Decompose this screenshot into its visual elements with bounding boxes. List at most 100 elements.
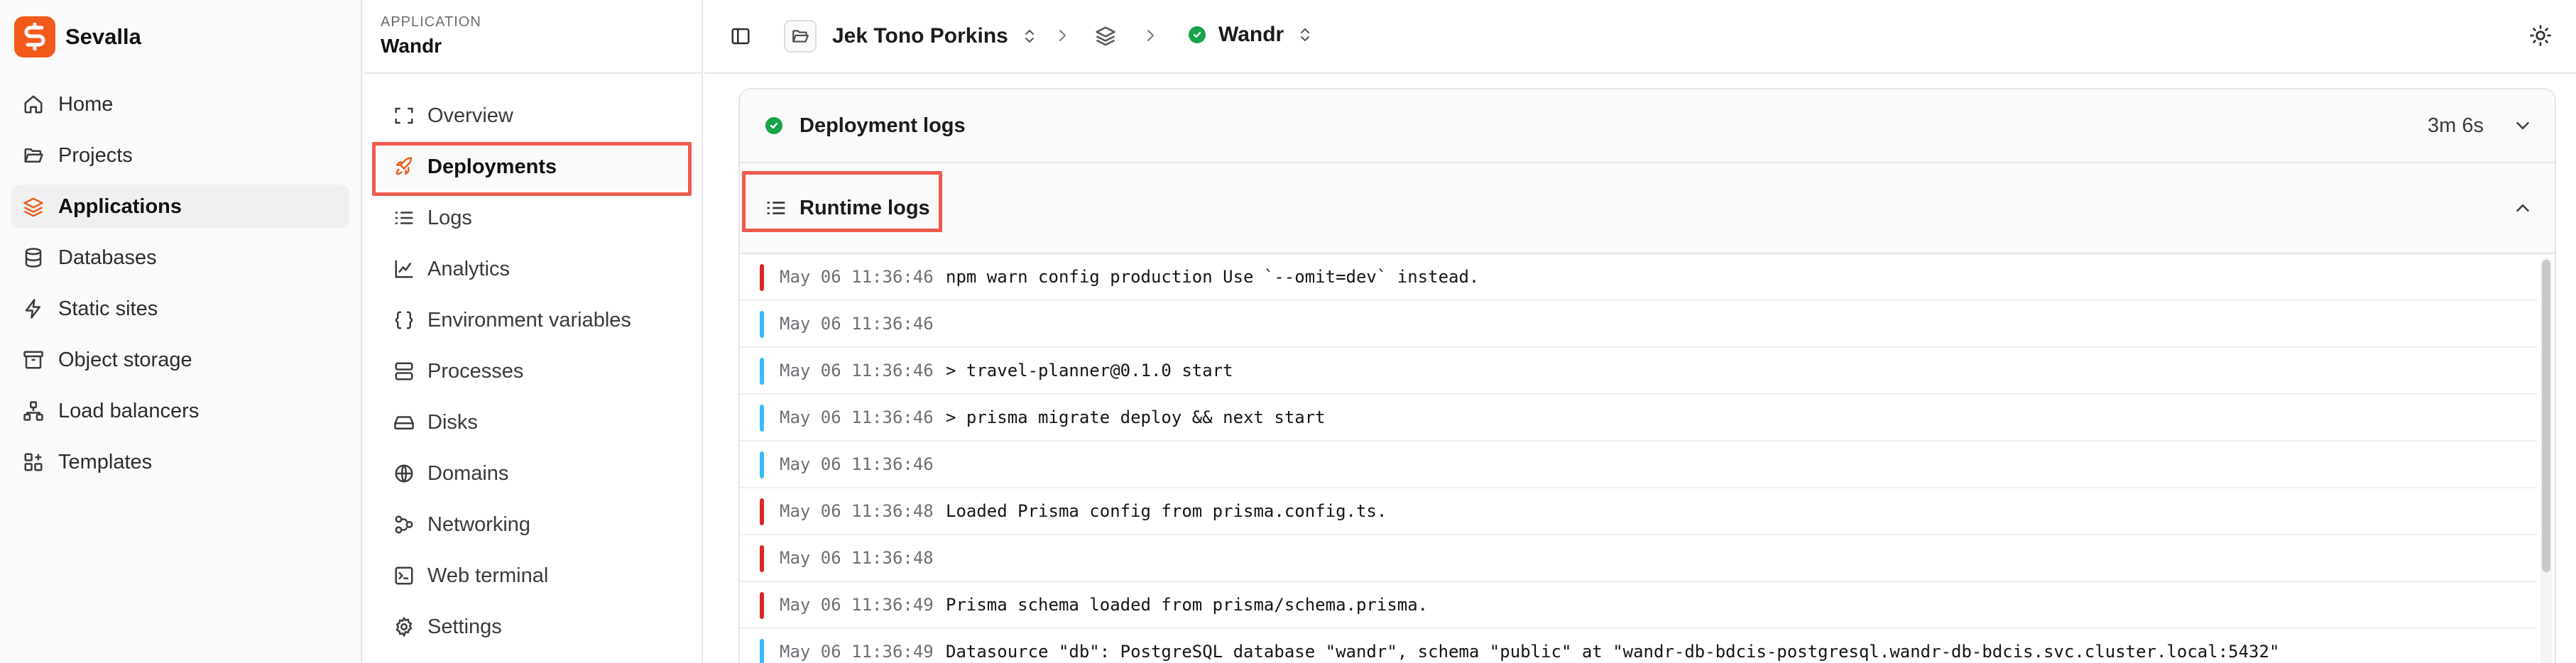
log-level-bar [760, 498, 764, 525]
chevron-up-down-icon [1301, 28, 1310, 42]
runtime-logs-title: Runtime logs [799, 196, 930, 219]
sidebar-item-label: Applications [58, 194, 182, 218]
applications-breadcrumb[interactable] [1095, 25, 1116, 46]
log-level-bar [760, 451, 764, 478]
main-nav: Home Projects Applications Databases Sta… [11, 82, 349, 491]
subnav-item-disks[interactable]: Disks [372, 400, 694, 444]
subnav-item-label: Settings [427, 615, 502, 638]
theme-toggle-button[interactable] [2529, 24, 2552, 47]
deployment-logs-title: Deployment logs [799, 114, 966, 137]
sidebar-item-templates[interactable]: Templates [11, 440, 349, 484]
logs-panel: Deployment logs 3m 6s Runtime logs May 0… [738, 88, 2556, 663]
log-message: Prisma schema loaded from prisma/schema.… [946, 595, 1429, 615]
toggle-sidebar-button[interactable] [730, 26, 751, 47]
subnav-item-label: Overview [427, 104, 513, 127]
deployment-logs-header[interactable]: Deployment logs 3m 6s [740, 89, 2555, 163]
status-check-icon [765, 117, 782, 134]
subnav-item-label: Deployments [427, 155, 557, 178]
application-header: APPLICATION Wandr [364, 0, 702, 74]
log-message: Datasource "db": PostgreSQL database "wa… [946, 642, 2280, 662]
sidebar-item-static-sites[interactable]: Static sites [11, 287, 349, 331]
chevron-up-down-icon [1025, 29, 1034, 43]
sun-icon [2530, 25, 2551, 46]
sevalla-logo-icon [14, 16, 55, 57]
application-subnav: APPLICATION Wandr Overview Deployments L… [364, 0, 703, 663]
sidebar-item-databases[interactable]: Databases [11, 236, 349, 280]
log-timestamp: May 06 11:36:49 [780, 642, 934, 662]
log-row: May 06 11:36:49 Prisma schema loaded from… [740, 582, 2536, 629]
subnav-item-label: Networking [427, 513, 531, 536]
log-level-bar [760, 405, 764, 432]
chevron-down-icon [2516, 122, 2529, 130]
subnav-item-processes[interactable]: Processes [372, 349, 694, 393]
log-timestamp: May 06 11:36:46 [780, 454, 934, 474]
sidebar-item-label: Projects [58, 143, 133, 167]
subnav-item-networking[interactable]: Networking [372, 503, 694, 547]
sidebar-item-object-storage[interactable]: Object storage [11, 338, 349, 382]
sidebar-item-label: Templates [58, 450, 153, 473]
log-scrollbar[interactable] [2540, 257, 2552, 663]
log-message: > travel-planner@0.1.0 start [946, 361, 1233, 380]
grid-plus-icon [24, 453, 43, 471]
subnav-item-domains[interactable]: Domains [372, 451, 694, 495]
braces-icon [395, 311, 413, 329]
hard-drive-icon [394, 416, 414, 429]
list-icon [767, 202, 785, 214]
log-row: May 06 11:36:48 Loaded Prisma config from… [740, 488, 2536, 535]
sidebar-item-home[interactable]: Home [11, 82, 349, 126]
subnav-item-label: Analytics [427, 257, 511, 280]
network-icon [23, 401, 43, 421]
subnav-item-overview[interactable]: Overview [372, 94, 694, 138]
log-level-bar [760, 358, 764, 385]
subnav-item-label: Web terminal [427, 564, 549, 587]
application-name-breadcrumb: Wandr [1218, 23, 1284, 46]
subnav-item-deployments[interactable]: Deployments [372, 145, 694, 189]
deployment-duration: 3m 6s [2428, 114, 2484, 137]
application-menu: Overview Deployments Logs Analytics Envi… [372, 94, 694, 656]
brand[interactable]: Sevalla [14, 16, 141, 57]
subnav-item-label: Domains [427, 461, 509, 485]
subnav-item-web-terminal[interactable]: Web terminal [372, 554, 694, 598]
sidebar-item-label: Home [58, 92, 114, 116]
home-icon [24, 95, 43, 114]
log-level-bar [760, 264, 764, 291]
application-switcher[interactable]: Wandr [1189, 23, 1314, 47]
log-timestamp: May 06 11:36:46 [780, 361, 934, 380]
chevron-right-icon [1059, 30, 1066, 41]
log-level-bar [760, 592, 764, 619]
subnav-item-logs[interactable]: Logs [372, 196, 694, 240]
log-timestamp: May 06 11:36:49 [780, 595, 934, 615]
list-icon [395, 212, 413, 224]
runtime-logs-header[interactable]: Runtime logs [740, 163, 2555, 254]
log-level-bar [760, 545, 764, 572]
log-level-bar [760, 639, 764, 663]
project-switcher[interactable]: Jek Tono Porkins [784, 20, 1038, 53]
log-row: May 06 11:36:49 Datasource "db": PostgreS… [740, 629, 2536, 663]
terminal-icon [395, 566, 413, 585]
sidebar-item-applications[interactable]: Applications [11, 185, 349, 229]
folder-chip [784, 20, 817, 53]
globe-icon [395, 464, 413, 483]
sidebar-item-load-balancers[interactable]: Load balancers [11, 389, 349, 433]
workflow-icon [395, 515, 413, 534]
project-name: Jek Tono Porkins [832, 24, 1008, 48]
main-content: Deployment logs 3m 6s Runtime logs May 0… [704, 75, 2576, 663]
log-level-bar [760, 311, 764, 338]
log-row: May 06 11:36:46 npm warn config productio… [740, 254, 2536, 301]
rocket-icon [395, 157, 413, 175]
subnav-item-settings[interactable]: Settings [372, 605, 694, 649]
topbar: Jek Tono Porkins Wandr [704, 0, 2576, 74]
subnav-item-environment-variables[interactable]: Environment variables [372, 298, 694, 342]
log-timestamp: May 06 11:36:46 [780, 267, 934, 287]
layers-icon [23, 197, 43, 217]
log-row: May 06 11:36:48 [740, 535, 2536, 582]
log-scrollbar-thumb[interactable] [2542, 260, 2550, 572]
subnav-item-label: Disks [427, 410, 478, 434]
archive-icon [23, 351, 43, 369]
subnav-item-label: Processes [427, 359, 524, 383]
log-timestamp: May 06 11:36:46 [780, 314, 934, 334]
subnav-item-analytics[interactable]: Analytics [372, 247, 694, 291]
gear-icon [395, 617, 413, 637]
sidebar-item-projects[interactable]: Projects [11, 133, 349, 177]
status-check-icon [1189, 26, 1206, 43]
